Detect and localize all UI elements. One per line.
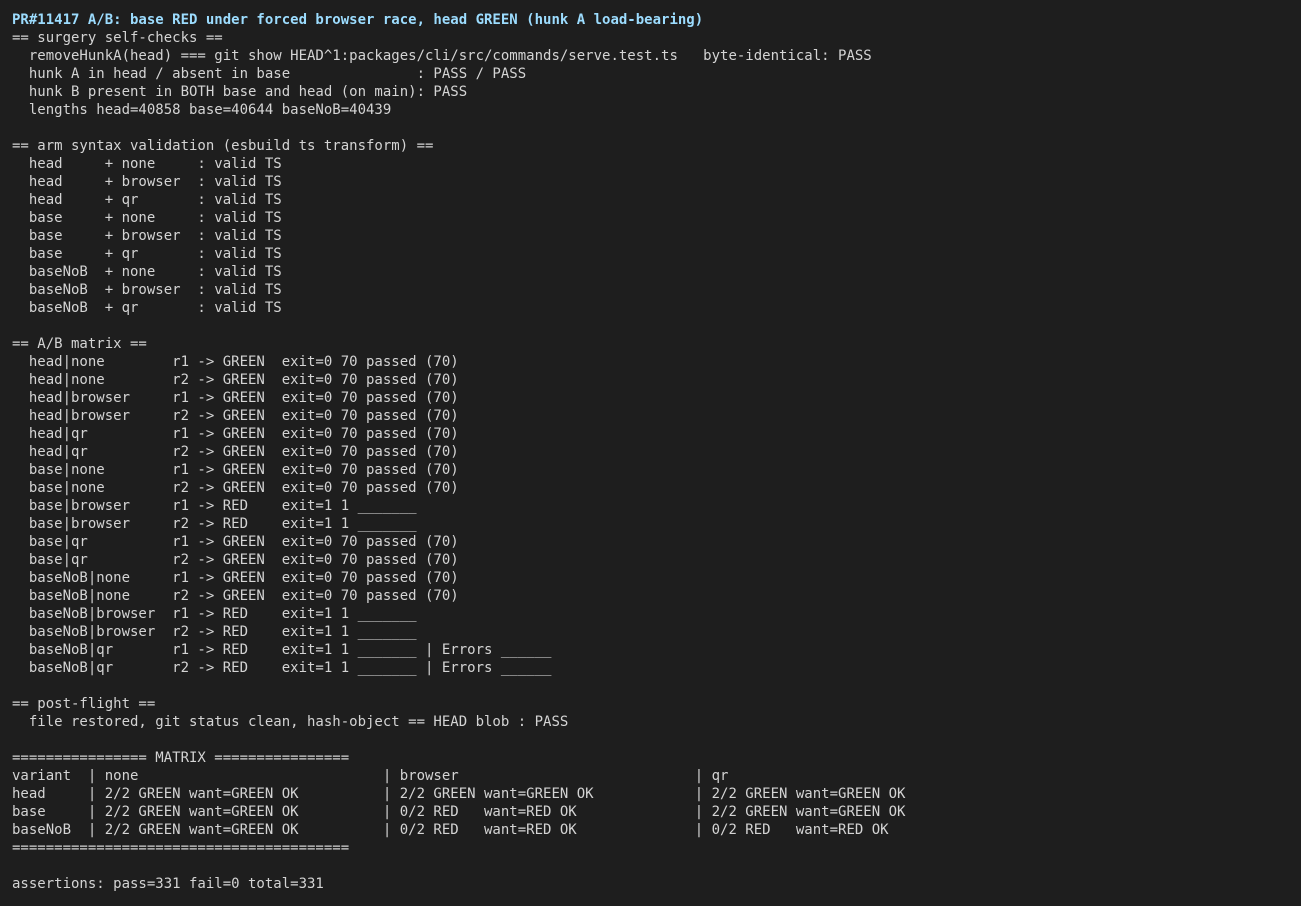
syntax-line: baseNoB + qr : valid TS [12,300,282,316]
terminal-output: PR#11417 A/B: base RED under forced brow… [0,0,1301,906]
ab-matrix-row: baseNoB|qr r2 -> RED exit=1 1 _______ | … [12,660,552,676]
syntax-line: base + browser : valid TS [12,228,282,244]
syntax-section-title: == arm syntax validation (esbuild ts tra… [12,138,434,154]
summary-matrix-footer: ======================================== [12,840,350,856]
syntax-line: base + none : valid TS [12,210,282,226]
syntax-line: head + browser : valid TS [12,174,282,190]
ab-matrix-row: head|browser r1 -> GREEN exit=0 70 passe… [12,390,459,406]
ab-matrix-row: head|browser r2 -> GREEN exit=0 70 passe… [12,408,459,424]
summary-matrix-header-row: variant | none | browser | qr [12,768,729,784]
ab-matrix-row: head|none r2 -> GREEN exit=0 70 passed (… [12,372,459,388]
summary-matrix-title: ================ MATRIX ================ [12,750,350,766]
ab-matrix-row: baseNoB|none r1 -> GREEN exit=0 70 passe… [12,570,459,586]
ab-matrix-row: base|browser r1 -> RED exit=1 1 _______ [12,498,417,514]
surgery-line: hunk B present in BOTH base and head (on… [12,84,468,100]
summary-matrix-row: head | 2/2 GREEN want=GREEN OK | 2/2 GRE… [12,786,906,802]
post-flight-line: file restored, git status clean, hash-ob… [12,714,569,730]
surgery-line: removeHunkA(head) === git show HEAD^1:pa… [12,48,872,64]
assertions-summary: assertions: pass=331 fail=0 total=331 [12,876,324,892]
ab-matrix-row: base|browser r2 -> RED exit=1 1 _______ [12,516,417,532]
ab-matrix-row: head|qr r2 -> GREEN exit=0 70 passed (70… [12,444,459,460]
summary-matrix-row: baseNoB | 2/2 GREEN want=GREEN OK | 0/2 … [12,822,889,838]
report-header: PR#11417 A/B: base RED under forced brow… [12,12,704,28]
syntax-line: head + none : valid TS [12,156,282,172]
summary-matrix-row: base | 2/2 GREEN want=GREEN OK | 0/2 RED… [12,804,906,820]
surgery-line: lengths head=40858 base=40644 baseNoB=40… [12,102,392,118]
ab-matrix-section-title: == A/B matrix == [12,336,147,352]
ab-matrix-row: baseNoB|qr r1 -> RED exit=1 1 _______ | … [12,642,552,658]
surgery-line: hunk A in head / absent in base : PASS /… [12,66,527,82]
surgery-section-title: == surgery self-checks == [12,30,223,46]
syntax-line: baseNoB + browser : valid TS [12,282,282,298]
ab-matrix-row: baseNoB|browser r2 -> RED exit=1 1 _____… [12,624,417,640]
ab-matrix-row: base|none r2 -> GREEN exit=0 70 passed (… [12,480,459,496]
syntax-line: head + qr : valid TS [12,192,282,208]
ab-matrix-row: head|none r1 -> GREEN exit=0 70 passed (… [12,354,459,370]
ab-matrix-row: baseNoB|none r2 -> GREEN exit=0 70 passe… [12,588,459,604]
ab-matrix-row: head|qr r1 -> GREEN exit=0 70 passed (70… [12,426,459,442]
syntax-line: baseNoB + none : valid TS [12,264,282,280]
ab-matrix-row: baseNoB|browser r1 -> RED exit=1 1 _____… [12,606,417,622]
ab-matrix-row: base|qr r1 -> GREEN exit=0 70 passed (70… [12,534,459,550]
post-flight-section-title: == post-flight == [12,696,156,712]
ab-matrix-row: base|qr r2 -> GREEN exit=0 70 passed (70… [12,552,459,568]
syntax-line: base + qr : valid TS [12,246,282,262]
ab-matrix-row: base|none r1 -> GREEN exit=0 70 passed (… [12,462,459,478]
